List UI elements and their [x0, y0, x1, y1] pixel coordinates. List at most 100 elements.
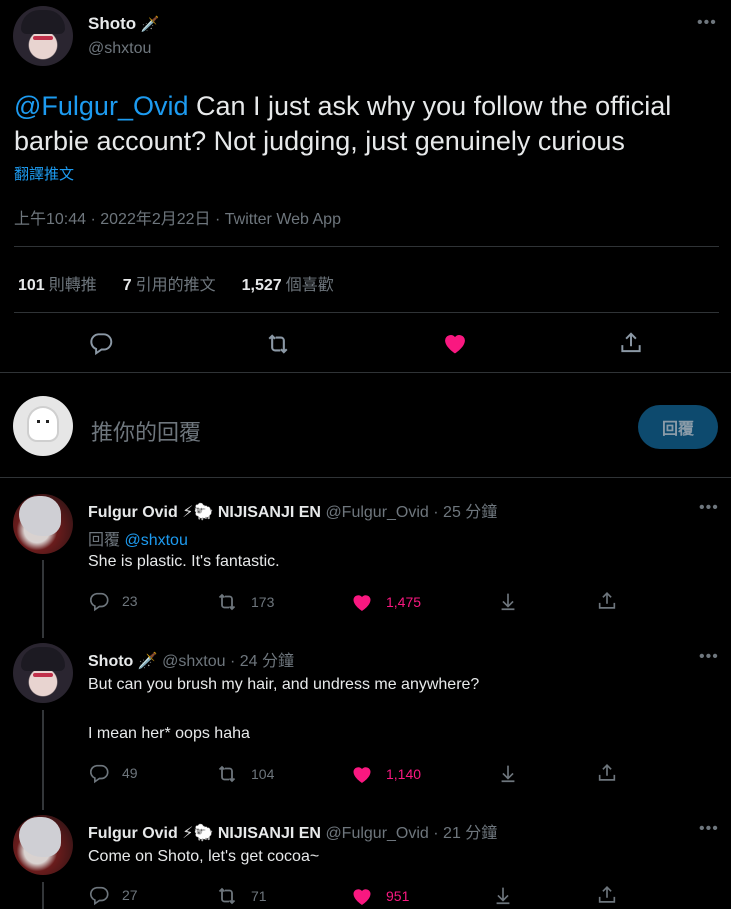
lightning-sheep-icon: ⚡🐑 — [182, 825, 214, 842]
reply-icon — [88, 762, 110, 784]
reply-text: I mean her* oops haha — [88, 725, 250, 742]
retweet-button[interactable]: 71 — [215, 884, 267, 908]
avatar[interactable] — [13, 815, 73, 875]
reply-time[interactable]: · 25 分鐘 — [433, 504, 497, 521]
retweet-button[interactable] — [264, 330, 292, 358]
divider — [14, 312, 719, 313]
share-icon — [596, 884, 618, 906]
tweet-text: @Fulgur_Ovid Can I just ask why you foll… — [14, 89, 719, 159]
retweet-button[interactable]: 173 — [215, 590, 274, 614]
download-button[interactable] — [497, 762, 519, 784]
download-button[interactable] — [492, 884, 514, 906]
download-icon — [497, 762, 519, 784]
more-options-icon[interactable]: ••• — [699, 821, 719, 837]
thread-line — [42, 560, 44, 638]
likes-stat[interactable]: 1,527 個喜歡 — [242, 271, 334, 295]
reply-author-name[interactable]: Shoto — [88, 653, 133, 670]
avatar-hair — [21, 10, 65, 34]
reply-icon — [88, 590, 110, 612]
heart-icon — [350, 590, 374, 614]
reply-header: Shoto 🗡️ @shxtou · 24 分鐘 — [88, 647, 294, 671]
author-name-row[interactable]: Shoto 🗡️ — [88, 14, 160, 34]
mention-link[interactable]: @Fulgur_Ovid — [14, 91, 188, 121]
avatar-eyes — [37, 420, 49, 423]
reply-count-button[interactable]: 23 — [88, 590, 138, 612]
translate-link[interactable]: 翻譯推文 — [14, 163, 74, 184]
heart-icon — [350, 762, 374, 786]
heart-icon — [441, 329, 469, 357]
reply-icon — [88, 330, 114, 356]
avatar-hair — [19, 496, 61, 536]
stats-row: 101 則轉推 7 引用的推文 1,527 個喜歡 — [18, 271, 334, 295]
avatar[interactable] — [13, 643, 73, 703]
share-icon — [618, 330, 644, 356]
reply-time[interactable]: · 21 分鐘 — [433, 825, 497, 842]
reply-text: She is plastic. It's fantastic. — [88, 553, 280, 570]
reply-button[interactable] — [88, 330, 114, 356]
retweets-stat[interactable]: 101 則轉推 — [18, 271, 97, 295]
like-button[interactable]: 1,140 — [350, 762, 421, 786]
reply-icon — [88, 884, 110, 906]
reply-author-org: NIJISANJI EN — [217, 825, 321, 842]
share-button[interactable] — [618, 330, 644, 356]
tweet-meta[interactable]: 上午10:44 · 2022年2月22日 · Twitter Web App — [14, 205, 341, 229]
author-handle[interactable]: @shxtou — [88, 40, 151, 58]
replying-to: 回覆 @shxtou — [88, 532, 188, 549]
more-options-icon[interactable]: ••• — [699, 500, 719, 516]
reply-author-handle[interactable]: @Fulgur_Ovid — [325, 504, 428, 521]
thread-line — [42, 710, 44, 810]
avatar-hair — [21, 647, 65, 671]
reply-count-button[interactable]: 27 — [88, 884, 138, 906]
divider — [14, 246, 719, 247]
retweet-icon — [215, 762, 239, 786]
more-options-icon[interactable]: ••• — [697, 15, 717, 31]
share-button[interactable] — [596, 884, 618, 906]
retweet-icon — [264, 330, 292, 358]
avatar[interactable] — [13, 494, 73, 554]
download-icon — [497, 590, 519, 612]
share-icon — [596, 590, 618, 612]
more-options-icon[interactable]: ••• — [699, 649, 719, 665]
reply-author-name[interactable]: Fulgur Ovid — [88, 504, 178, 521]
like-button[interactable]: 951 — [350, 884, 409, 908]
reply-header: Fulgur Ovid ⚡🐑 NIJISANJI EN @Fulgur_Ovid… — [88, 498, 497, 522]
retweet-icon — [215, 884, 239, 908]
share-button[interactable] — [596, 590, 618, 612]
dagger-icon: 🗡️ — [140, 16, 160, 33]
tweet-text-line1: Can I just ask why you follow the offici… — [188, 91, 672, 121]
reply-author-org: NIJISANJI EN — [217, 504, 321, 521]
download-icon — [492, 884, 514, 906]
quotes-stat[interactable]: 7 引用的推文 — [123, 271, 216, 295]
reply-count-button[interactable]: 49 — [88, 762, 138, 784]
reply-author-handle[interactable]: @shxtou — [162, 653, 225, 670]
lightning-sheep-icon: ⚡🐑 — [182, 504, 214, 521]
share-icon — [596, 762, 618, 784]
dagger-icon: 🗡️ — [137, 653, 158, 670]
heart-icon — [350, 884, 374, 908]
reply-time[interactable]: · 24 分鐘 — [230, 653, 294, 670]
avatar-hair — [19, 817, 61, 857]
reply-header: Fulgur Ovid ⚡🐑 NIJISANJI EN @Fulgur_Ovid… — [88, 819, 497, 843]
avatar-eyes — [33, 36, 53, 40]
reply-submit-button[interactable]: 回覆 — [638, 405, 718, 449]
reply-input[interactable]: 推你的回覆 — [91, 415, 201, 447]
tweet-text-line2: barbie account? Not judging, just genuin… — [14, 126, 625, 156]
share-button[interactable] — [596, 762, 618, 784]
like-button[interactable]: 1,475 — [350, 590, 421, 614]
like-button[interactable] — [441, 329, 469, 357]
retweet-icon — [215, 590, 239, 614]
reply-text: But can you brush my hair, and undress m… — [88, 676, 480, 693]
avatar-eyes — [33, 673, 53, 677]
divider — [0, 372, 731, 373]
replying-to-handle[interactable]: @shxtou — [124, 532, 187, 549]
download-button[interactable] — [497, 590, 519, 612]
avatar-ghost — [29, 408, 57, 440]
reply-text: Come on Shoto, let's get cocoa~ — [88, 848, 320, 865]
divider — [0, 477, 731, 478]
avatar[interactable] — [13, 6, 73, 66]
retweet-button[interactable]: 104 — [215, 762, 274, 786]
reply-author-name[interactable]: Fulgur Ovid — [88, 825, 178, 842]
thread-line — [42, 882, 44, 909]
my-avatar[interactable] — [13, 396, 73, 456]
reply-author-handle[interactable]: @Fulgur_Ovid — [325, 825, 428, 842]
